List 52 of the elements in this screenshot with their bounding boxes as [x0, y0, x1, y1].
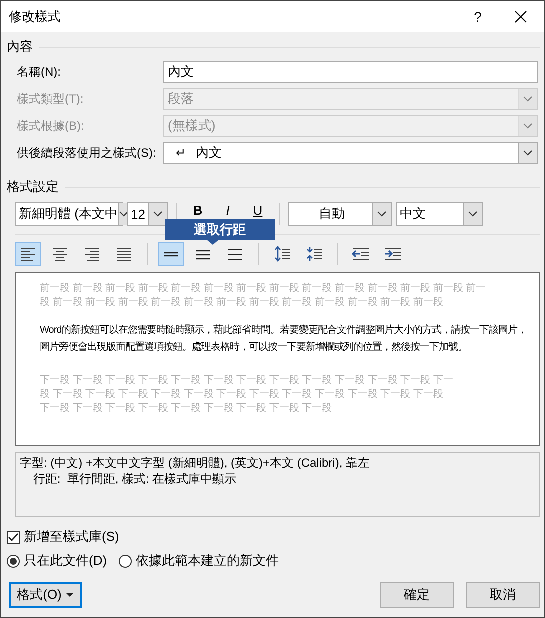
chevron-down-icon	[523, 96, 533, 102]
help-button[interactable]: ?	[458, 8, 498, 24]
field-label: 供後續段落使用之樣式(S):	[16, 144, 158, 162]
underline-button[interactable]: U	[245, 203, 271, 218]
window-title: 修改樣式	[9, 8, 62, 26]
paragraph-spacing-icon	[274, 246, 290, 262]
paragraph-spacing-icon	[306, 246, 322, 262]
section-heading: 內容	[7, 38, 33, 56]
tooltip-pointer	[207, 240, 219, 245]
field-label: 名稱(N):	[16, 64, 62, 80]
indent-decrease-icon	[352, 246, 370, 262]
chevron-down-icon	[523, 123, 533, 129]
align-button[interactable]	[15, 242, 41, 266]
checkbox-label: 新增至樣式庫(S)	[24, 528, 120, 546]
name-field[interactable]: 內文	[163, 61, 538, 83]
tooltip: 選取行距	[165, 219, 275, 240]
checkbox[interactable]	[7, 530, 20, 544]
check-icon	[8, 532, 19, 542]
line-spacing-icon	[227, 246, 243, 262]
radio-button[interactable]	[119, 554, 132, 568]
chevron-down-icon	[377, 211, 387, 217]
align-left-icon	[20, 246, 36, 262]
chevron-down-icon	[118, 211, 129, 217]
radio-label: 只在此文件(D)	[24, 552, 108, 570]
style-select[interactable]: ↵ 內文	[163, 142, 538, 164]
sample-text: Word的新按鈕可以在您需要時隨時顯示，藉此節省時間。若要變更配合文件調整圖片大小的方式，請按一下該圖片， 圖片旁便會出現版面配置選項按鈕。處理表格時，可以按一下要新增欄或列的位置，然後按一下加號。	[40, 324, 528, 355]
cancel-button[interactable]: 取消	[466, 582, 540, 608]
field-label: 樣式類型(T):	[16, 90, 85, 108]
radio-label: 依據此範本建立的新文件	[136, 552, 280, 570]
next-paragraph-text: 下一段 下一段 下一段 下一段 下一段 下一段 下一段 下一段 下一段 下一段 下一段 下一段 下一 段 下一段 下一段 下一段 下一段 下一段 下一段 下一段 下一段 下一段 下一段 下一段 下一段 下一段 下一段 下一段 下一段 下一段 下一段 下一段 下一段 下一段	[40, 374, 454, 416]
chevron-down-icon	[523, 150, 533, 156]
format-button[interactable]: 格式(O)	[9, 582, 82, 608]
indent-increase-icon	[384, 246, 402, 262]
close-icon	[515, 10, 527, 22]
chevron-down-icon	[153, 211, 163, 217]
italic-button[interactable]: I	[215, 203, 241, 218]
align-justify-icon	[116, 246, 132, 262]
caret-icon	[66, 593, 74, 597]
section-heading: 格式設定	[7, 178, 59, 196]
radio-button[interactable]	[7, 554, 20, 568]
align-center-icon	[52, 246, 68, 262]
language-select[interactable]: 中文	[396, 202, 483, 226]
chevron-down-icon	[468, 211, 478, 217]
align-right-icon	[84, 246, 100, 262]
previous-paragraph-text: 前一段 前一段 前一段 前一段 前一段 前一段 前一段 前一段 前一段 前一段 前一段 前一段 前一段 前一 段 前一段 前一段 前一段 前一段 前一段 前一段 前一段 前一段 前一段 前一段 前一段 前一段	[40, 282, 488, 310]
line-spacing-button[interactable]	[158, 242, 184, 266]
font-size-select[interactable]: 12	[127, 202, 168, 226]
bold-button[interactable]: B	[185, 203, 211, 218]
font-color-select[interactable]: 自動	[288, 202, 392, 226]
ok-button[interactable]: 確定	[380, 582, 454, 608]
field-label: 樣式根據(B):	[16, 118, 86, 134]
style-description: 字型: (中文) +本文中文字型 (新細明體), (英文)+本文 (Calibri), 靠左 行距: 單行間距, 樣式: 在樣式庫中顯示	[15, 452, 540, 517]
